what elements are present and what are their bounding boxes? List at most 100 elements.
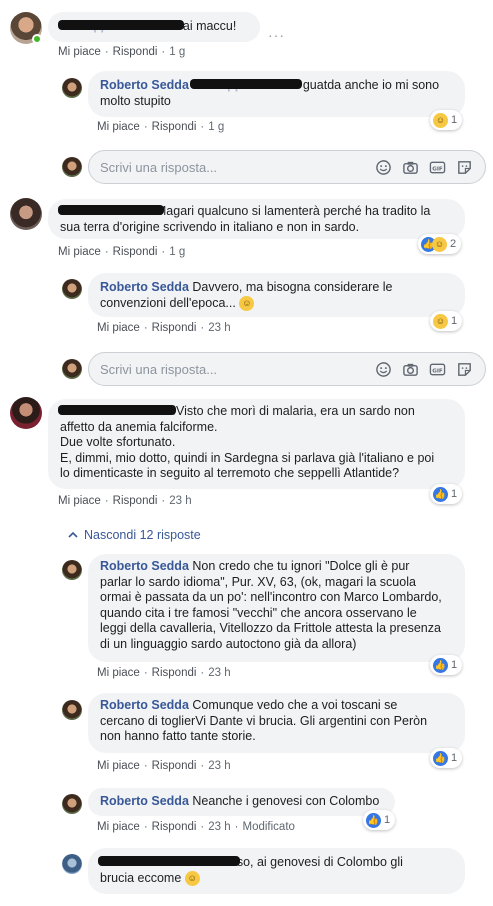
author-link[interactable]: Roberto Sedda	[100, 280, 189, 294]
comment-text-line: non hanno fatto tante storie.	[100, 729, 256, 743]
comment-bubble: Roberto Sedda Neanche i genovesi con Col…	[88, 788, 395, 816]
comment-actions: Mi piace · Rispondi · 23 h · Modificato	[97, 821, 295, 833]
author-link[interactable]: Roberto Sedda	[100, 698, 189, 712]
emoji-icon[interactable]	[375, 361, 392, 378]
comment-actions: Mi piace · Rispondi · 23 h	[97, 322, 231, 334]
comment-actions: Mi piace · Rispondi · 1 g	[58, 46, 186, 58]
reply-link[interactable]: Rispondi	[113, 46, 158, 58]
avatar[interactable]	[62, 700, 82, 720]
reply-link[interactable]: Rispondi	[113, 495, 158, 507]
comment-bubble: Roberto Sedda Non credo che tu ignori "D…	[88, 554, 465, 662]
avatar[interactable]	[10, 397, 42, 429]
avatar	[62, 157, 82, 177]
emoji-icon[interactable]	[375, 159, 392, 176]
online-status-dot	[32, 34, 42, 44]
comment-text-line: Falso, ai genovesi di Colombo gli	[219, 855, 403, 869]
redacted-author[interactable]: Fabrizio Benvenuto	[98, 855, 240, 869]
comment-text-line: quando cita i tre famosi "vecchi" che an…	[100, 605, 417, 620]
avatar	[62, 359, 82, 379]
reply-link[interactable]: Rispondi	[152, 121, 197, 133]
avatar[interactable]	[62, 560, 82, 580]
reply-link[interactable]: Rispondi	[152, 821, 197, 833]
timestamp[interactable]: 23 h	[169, 495, 191, 507]
reply-placeholder: Scrivi una risposta...	[100, 160, 218, 175]
comment-text-line: Comunque vedo che a voi toscani se	[192, 698, 398, 712]
comment-actions: Mi piace · Rispondi · 23 h	[97, 667, 231, 679]
smile-emoji-icon: ☺	[184, 871, 200, 887]
like-link[interactable]: Mi piace	[58, 246, 101, 258]
comment-actions: Mi piace · Rispondi · 1 g	[58, 246, 186, 258]
timestamp[interactable]: 23 h	[208, 322, 230, 334]
author-link[interactable]: Roberto Sedda	[100, 794, 189, 808]
comment-bubble: Fabrizio Benvenuto Falso, ai genovesi di…	[88, 848, 465, 894]
chevron-up-icon	[68, 531, 78, 538]
like-link[interactable]: Mi piace	[97, 121, 140, 133]
camera-icon[interactable]	[402, 361, 419, 378]
redacted-author[interactable]: Alessandro Saldeni	[58, 404, 176, 418]
avatar[interactable]	[10, 198, 42, 230]
timestamp[interactable]: 1 g	[208, 121, 224, 133]
reaction-count[interactable]: 👍 1	[363, 810, 396, 830]
avatar[interactable]	[62, 78, 82, 98]
timestamp[interactable]: 1 g	[169, 246, 185, 258]
redacted-author[interactable]: Maurizio Macale	[58, 204, 164, 218]
comment-text-line: Non credo che tu ignori "Dolce gli è pur	[192, 559, 410, 573]
author-link[interactable]: Roberto Sedda	[100, 78, 189, 92]
comment-bubble: Roberto Sedda Comunque vedo che a voi to…	[88, 693, 465, 753]
sticker-icon[interactable]	[456, 361, 473, 378]
avatar[interactable]	[62, 794, 82, 814]
comment-text-line: E, dimmi, mio dotto, quindi in Sardegna …	[60, 450, 435, 465]
reply-link[interactable]: Rispondi	[152, 667, 197, 679]
more-options-icon[interactable]: ···	[268, 27, 285, 43]
smile-emoji-icon: ☺	[239, 295, 255, 311]
gif-icon[interactable]: GIF	[429, 159, 446, 176]
avatar[interactable]	[62, 854, 82, 874]
comment-text-line: parlar lo sardo idioma", Pur. XV, 63, (o…	[100, 574, 416, 589]
like-link[interactable]: Mi piace	[97, 322, 140, 334]
timestamp[interactable]: 23 h	[208, 667, 230, 679]
comment-text-line: ormai è passata da un po': nell'incontro…	[100, 590, 442, 604]
gif-icon[interactable]: GIF	[429, 361, 446, 378]
comment-bubble: Giuseppe Oliverio e vai maccu!	[48, 12, 260, 42]
reply-link[interactable]: Rispondi	[152, 322, 197, 334]
like-link[interactable]: Mi piace	[97, 760, 140, 772]
reaction-count[interactable]: 👍 1	[430, 748, 463, 768]
sticker-icon[interactable]	[456, 159, 473, 176]
reaction-count[interactable]: 👍 1	[430, 484, 463, 504]
timestamp[interactable]: 23 h	[208, 760, 230, 772]
comment-text-line: Visto che morì di malaria, era un sardo …	[176, 404, 415, 418]
reply-input[interactable]: Scrivi una risposta... GIF	[88, 352, 486, 386]
reaction-count[interactable]: 👍 ☺ 2	[418, 234, 462, 254]
comment-bubble: Maurizio MacaleMagari qualcuno si lament…	[48, 199, 465, 239]
svg-text:GIF: GIF	[432, 166, 443, 172]
comment-bubble: Roberto Sedda Davvero, ma bisogna consid…	[88, 273, 465, 317]
reaction-count[interactable]: ☺ 1	[430, 311, 463, 331]
reply-link[interactable]: Rispondi	[113, 246, 158, 258]
haha-reaction-icon: ☺	[432, 236, 447, 252]
haha-reaction-icon: ☺	[433, 313, 448, 329]
like-reaction-icon: 👍	[433, 486, 448, 502]
camera-icon[interactable]	[402, 159, 419, 176]
redacted-author[interactable]: Giuseppe Oliverio	[58, 19, 184, 33]
redacted-tag[interactable]: Giuseppe Oliverio	[190, 78, 303, 92]
like-reaction-icon: 👍	[433, 750, 448, 766]
like-link[interactable]: Mi piace	[97, 667, 140, 679]
comment-text-line: leggi della cavalleria, Vitellozzo da Fr…	[100, 621, 441, 635]
avatar[interactable]	[62, 279, 82, 299]
reply-input[interactable]: Scrivi una risposta... GIF	[88, 150, 486, 184]
like-link[interactable]: Mi piace	[97, 821, 140, 833]
like-link[interactable]: Mi piace	[58, 46, 101, 58]
timestamp[interactable]: 23 h	[208, 821, 230, 833]
author-link[interactable]: Roberto Sedda	[100, 559, 189, 573]
comment-text-line: di un linguaggio sardo autoctono già da …	[100, 636, 357, 651]
reply-link[interactable]: Rispondi	[152, 760, 197, 772]
like-link[interactable]: Mi piace	[58, 495, 101, 507]
comment-text-line: cercano di toglierVi Dante vi brucia. Gl…	[100, 713, 428, 728]
timestamp[interactable]: 1 g	[169, 46, 185, 58]
reaction-count[interactable]: ☺ 1	[430, 110, 463, 130]
reply-placeholder: Scrivi una risposta...	[100, 362, 218, 377]
edited-label: Modificato	[242, 821, 295, 833]
hide-replies-link[interactable]: Nascondi 12 risposte	[68, 528, 201, 542]
reaction-count[interactable]: 👍 1	[430, 655, 463, 675]
comment-actions: Mi piace · Rispondi · 23 h	[58, 495, 192, 507]
